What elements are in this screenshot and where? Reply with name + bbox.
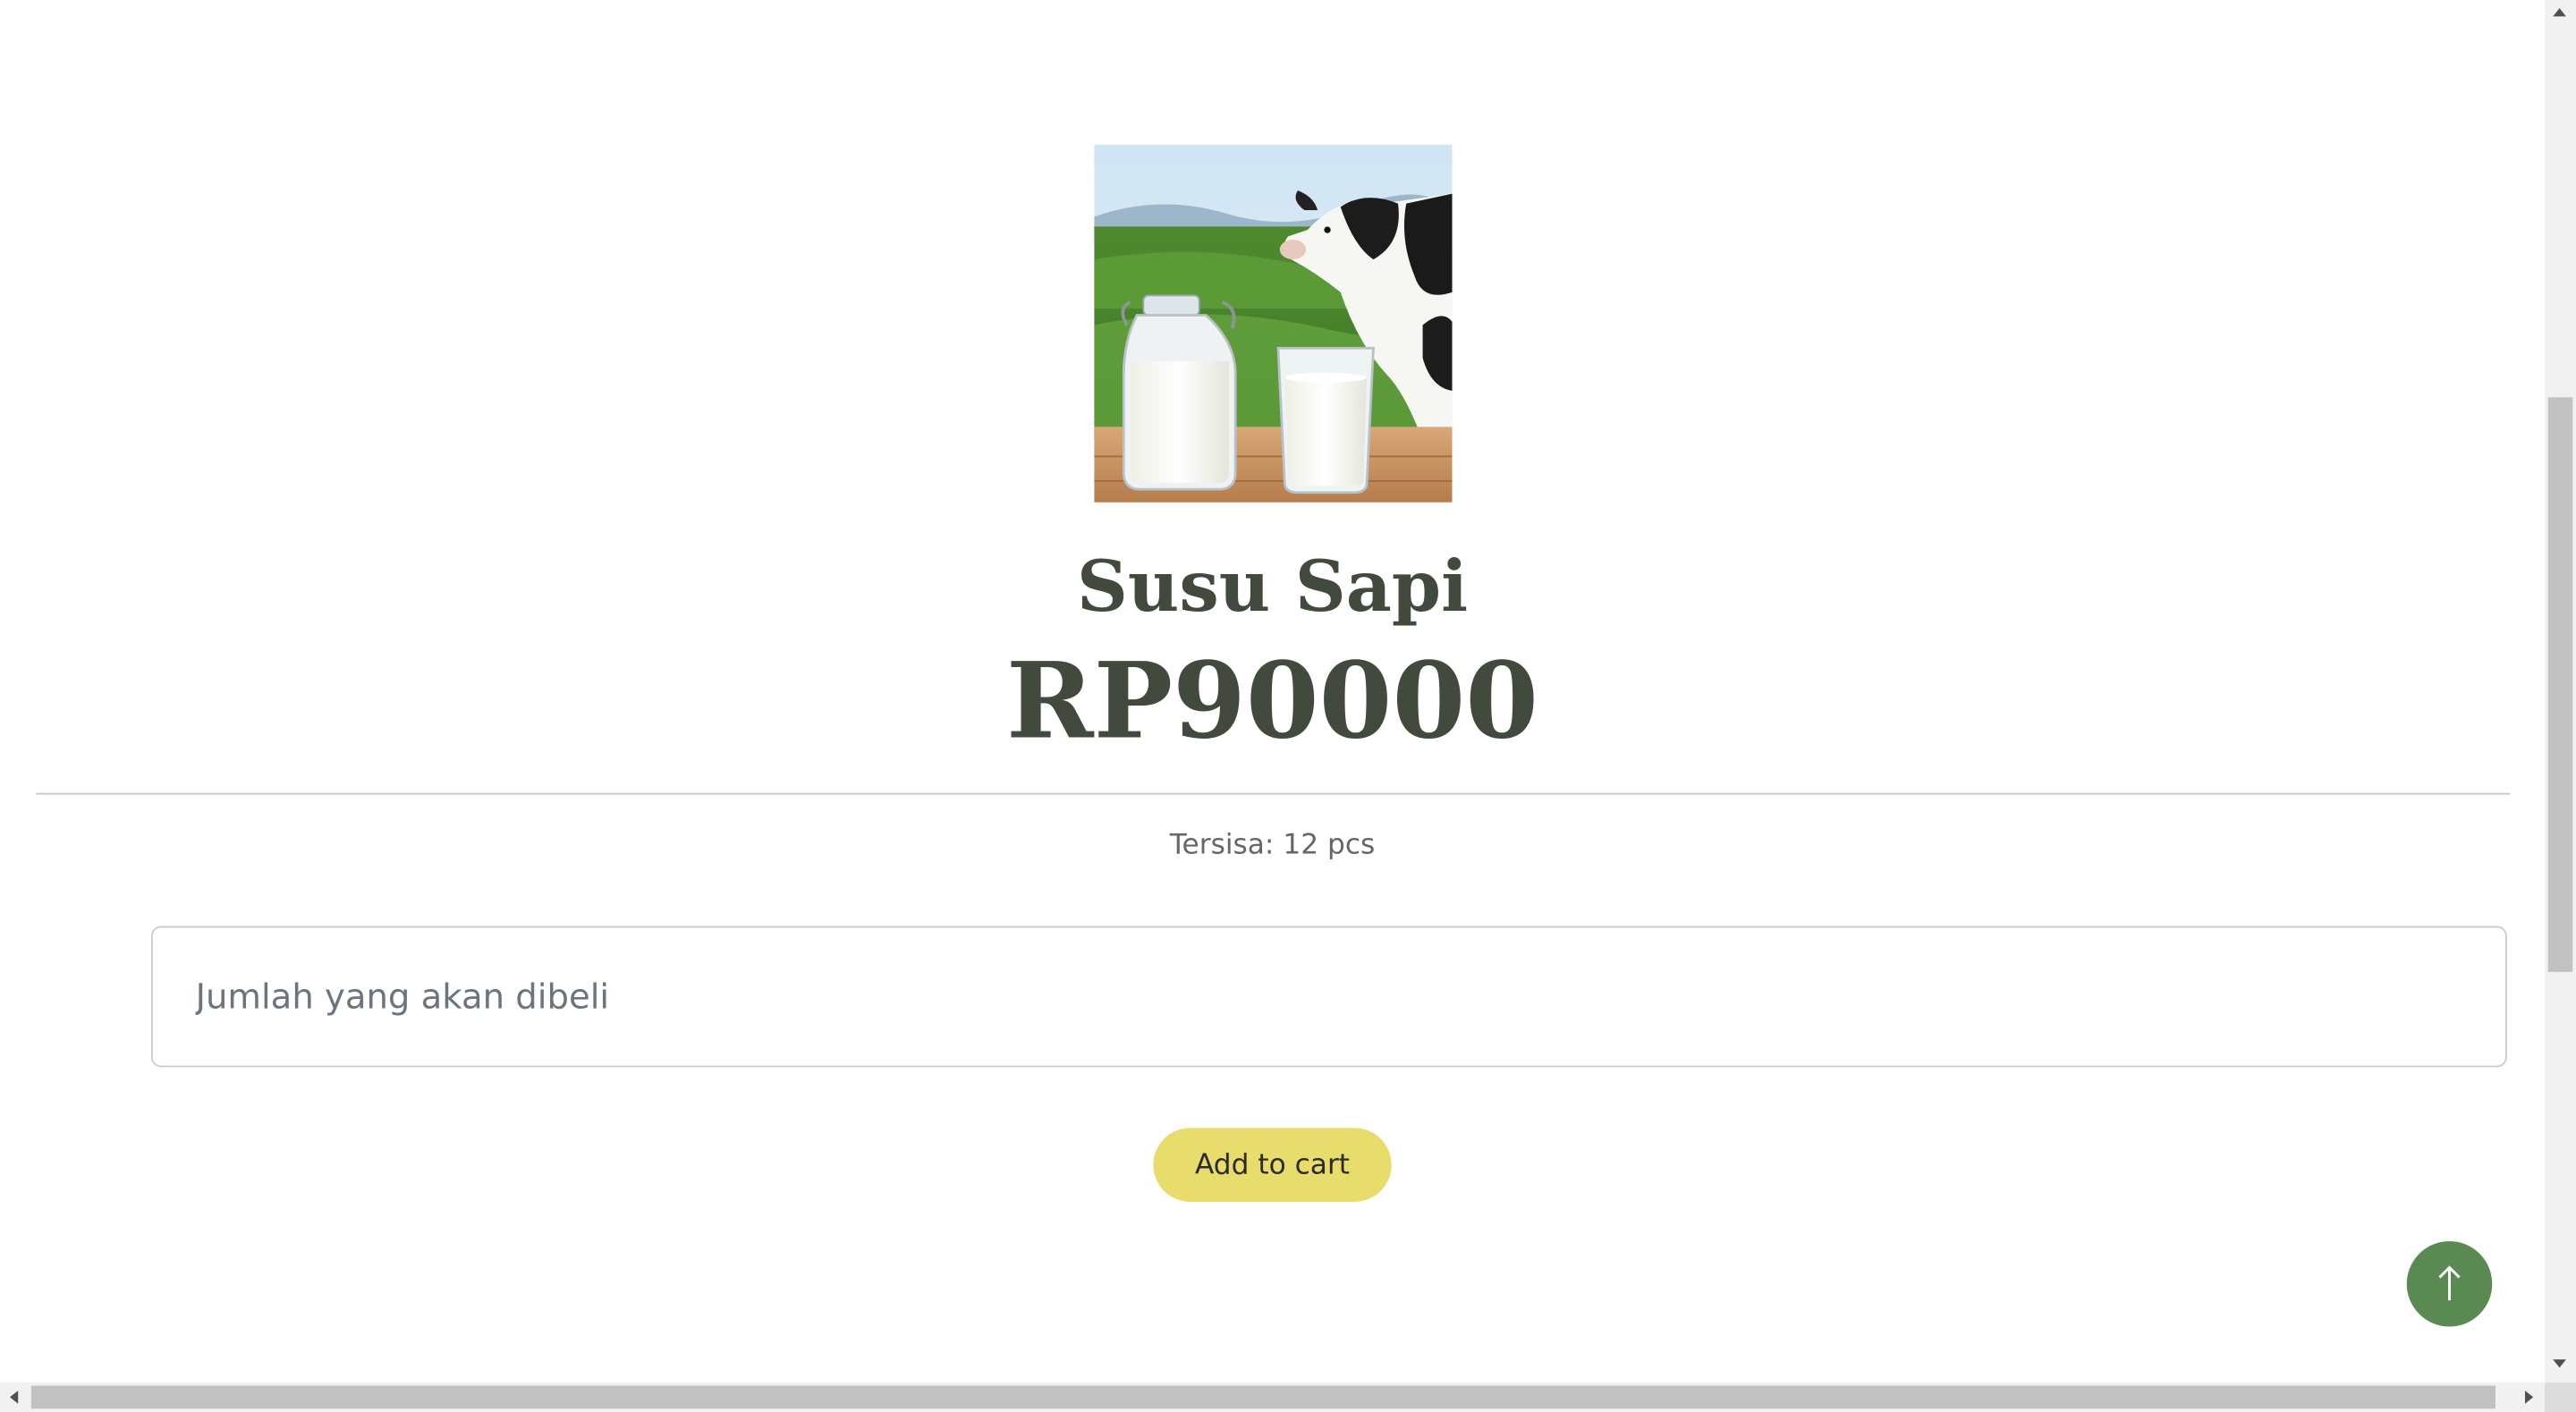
scroll-up-arrow-icon[interactable] — [2553, 8, 2566, 17]
arrow-up-icon — [2438, 1265, 2461, 1301]
product-name: Susu Sapi — [1076, 546, 1469, 630]
scroll-left-arrow-icon[interactable] — [10, 1391, 19, 1404]
stock-remaining: Tersisa: 12 pcs — [1169, 829, 1376, 862]
product-image — [1094, 144, 1453, 503]
vertical-scrollbar-thumb[interactable] — [2547, 397, 2573, 972]
product-detail-page: Susu Sapi RP90000 Tersisa: 12 pcs Add to… — [0, 0, 2545, 1382]
scrollbar-corner — [2545, 1382, 2576, 1412]
horizontal-scrollbar[interactable] — [0, 1382, 2546, 1412]
vertical-scrollbar[interactable] — [2545, 0, 2576, 1382]
product-price: RP90000 — [1006, 640, 1539, 764]
scroll-down-arrow-icon[interactable] — [2553, 1359, 2566, 1368]
add-to-cart-button[interactable]: Add to cart — [1153, 1128, 1392, 1202]
scroll-right-arrow-icon[interactable] — [2525, 1391, 2534, 1404]
back-to-top-button[interactable] — [2406, 1241, 2493, 1327]
browser-viewport: Susu Sapi RP90000 Tersisa: 12 pcs Add to… — [0, 0, 2576, 1412]
horizontal-scrollbar-thumb[interactable] — [30, 1385, 2496, 1409]
quantity-input[interactable] — [150, 926, 2507, 1068]
divider — [36, 792, 2511, 795]
